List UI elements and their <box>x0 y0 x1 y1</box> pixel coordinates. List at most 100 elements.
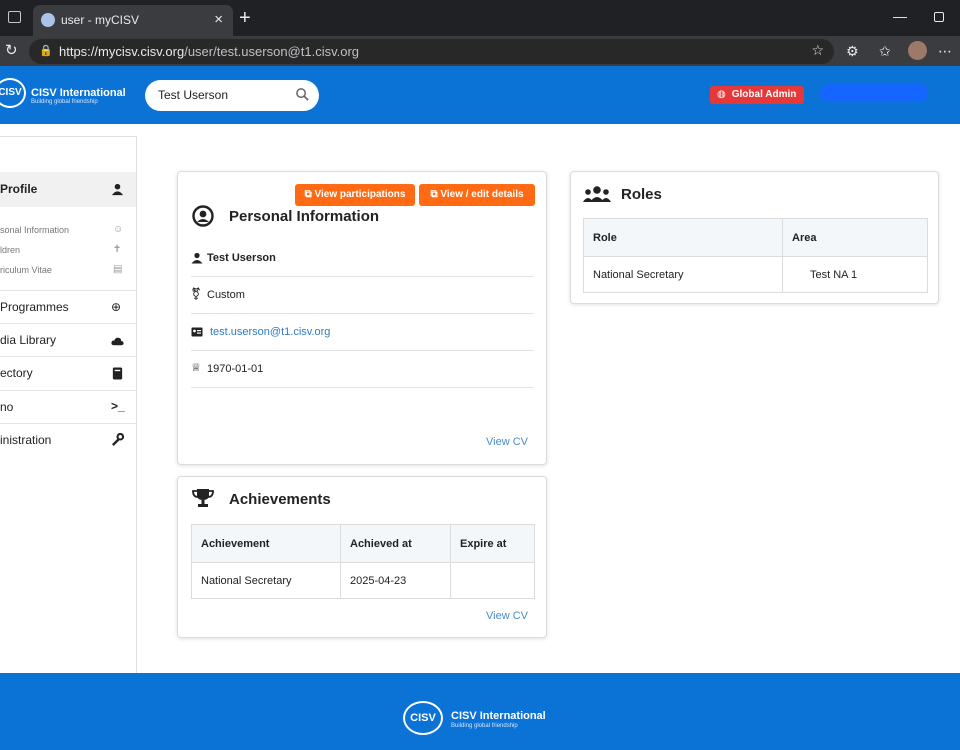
sidebar-item-media-library[interactable]: dia Library <box>0 323 136 357</box>
user-icon <box>111 183 124 196</box>
roles-title: Roles <box>621 186 662 203</box>
column-header: Expire at <box>450 524 535 563</box>
column-header: Role <box>583 218 783 257</box>
sidebar-item-label: Profile <box>0 182 38 196</box>
minimize-button[interactable]: — <box>893 8 907 24</box>
sidebar: Profile sonal Information ☺ ldren ✝ ricu… <box>0 136 137 673</box>
sidebar-subitem-personal-info[interactable]: sonal Information <box>0 225 69 235</box>
favicon-icon <box>41 13 55 27</box>
table-cell: National Secretary <box>191 562 341 599</box>
users-icon <box>583 186 611 202</box>
browser-profile-avatar[interactable] <box>908 41 927 60</box>
table-cell: National Secretary <box>583 256 783 293</box>
document-icon: ▤ <box>113 264 123 275</box>
id-card-icon <box>191 327 203 337</box>
sidebar-item-label: no <box>0 400 14 414</box>
sidebar-item-programmes[interactable]: Programmes ⊕ <box>0 290 136 324</box>
table-cell: 2025-04-23 <box>340 562 451 599</box>
sidebar-item-label: ectory <box>0 366 33 380</box>
table-row: National Secretary 2025-04-23 <box>191 562 535 599</box>
trophy-icon <box>192 489 214 507</box>
info-row-gender: ⚧ Custom <box>191 277 534 314</box>
info-row-birthdate: ♕ 1970-01-01 <box>191 351 534 388</box>
sidebar-item-administration[interactable]: inistration <box>0 423 136 457</box>
brand-name: CISV International <box>31 87 126 99</box>
user-menu[interactable] <box>820 84 928 102</box>
sidebar-item-label: Programmes <box>0 300 69 314</box>
maximize-button[interactable] <box>934 12 944 22</box>
user-email-link[interactable]: test.userson@t1.cisv.org <box>210 326 330 338</box>
brand-tagline: Building global friendship <box>31 99 98 105</box>
user-circle-icon <box>192 205 214 227</box>
cisv-logo[interactable]: CISV <box>0 78 26 108</box>
search-icon[interactable] <box>295 87 310 102</box>
admin-badge-label: Global Admin <box>731 89 797 100</box>
wrench-icon <box>112 433 124 446</box>
address-bar[interactable]: 🔒 https://mycisv.cisv.org/user/test.user… <box>29 39 834 64</box>
external-link-icon: ⧉ <box>430 189 441 200</box>
achievements-table: Achievement Achieved at Expire at Nation… <box>191 524 535 599</box>
column-header: Achievement <box>191 524 341 563</box>
user-icon <box>191 252 203 264</box>
sidebar-item-label: dia Library <box>0 333 57 347</box>
sidebar-subitem-cv[interactable]: riculum Vitae <box>0 265 52 275</box>
user-gender: Custom <box>207 289 245 301</box>
globe-icon: ◍ <box>717 89 726 100</box>
column-header: Area <box>782 218 928 257</box>
achievements-title: Achievements <box>229 491 331 508</box>
favorites-icon[interactable]: ✩ <box>879 43 891 60</box>
sidebar-item-label: inistration <box>0 433 52 447</box>
user-full-name: Test Userson <box>207 252 276 264</box>
global-admin-badge[interactable]: ◍ Global Admin <box>710 86 804 104</box>
cisv-footer-logo[interactable]: CISV <box>403 701 443 735</box>
terminal-icon: >_ <box>111 399 125 413</box>
sidebar-subitem-children[interactable]: ldren <box>0 245 20 255</box>
info-row-name: Test Userson <box>191 240 534 277</box>
footer-brand-tagline: Building global friendship <box>451 723 518 729</box>
search-input[interactable]: Test Userson <box>145 80 319 111</box>
birthday-cake-icon: ♕ <box>191 362 201 374</box>
personal-information-card: ⧉ View participations ⧉ View / edit deta… <box>177 171 547 465</box>
footer-brand-name: CISV International <box>451 710 546 722</box>
sidebar-item-profile[interactable]: Profile <box>0 172 136 207</box>
reload-icon[interactable]: ↻ <box>5 41 18 59</box>
child-icon: ✝ <box>113 244 122 255</box>
site-header: CISV CISV International Building global … <box>0 66 960 124</box>
sidebar-item-demo[interactable]: no >_ <box>0 390 136 424</box>
tab-close-icon[interactable]: × <box>214 11 223 28</box>
view-participations-button[interactable]: ⧉ View participations <box>295 184 415 206</box>
more-menu-icon[interactable]: ⋯ <box>938 43 952 60</box>
search-value: Test Userson <box>158 88 229 102</box>
achievements-card: Achievements Achievement Achieved at Exp… <box>177 476 547 638</box>
tab-title: user - myCISV <box>61 13 140 27</box>
table-row: National Secretary Test NA 1 <box>583 256 928 293</box>
user-birthdate: 1970-01-01 <box>207 363 264 375</box>
site-footer: CISV CISV International Building global … <box>0 673 960 750</box>
lock-icon[interactable]: 🔒 <box>39 44 53 57</box>
new-tab-button[interactable]: + <box>239 7 251 30</box>
browser-toolbar: ↻ 🔒 https://mycisv.cisv.org/user/test.us… <box>0 36 960 66</box>
tab-actions-icon[interactable] <box>8 11 21 23</box>
roles-table: Role Area National Secretary Test NA 1 <box>583 218 928 293</box>
table-header-row: Achievement Achieved at Expire at <box>191 524 535 563</box>
personal-info-title: Personal Information <box>229 208 380 225</box>
table-header-row: Role Area <box>583 218 928 257</box>
url-text: https://mycisv.cisv.org/user/test.userso… <box>59 44 360 59</box>
browser-tabbar: user - myCISV × + — <box>0 0 960 36</box>
globe-icon: ⊕ <box>111 300 122 314</box>
browser-tab[interactable]: user - myCISV × <box>33 5 233 36</box>
cloud-icon <box>111 337 124 346</box>
column-header: Achieved at <box>340 524 451 563</box>
favorite-star-icon[interactable]: ☆ <box>811 42 824 59</box>
gender-icon: ⚧ <box>191 287 202 301</box>
view-cv-link[interactable]: View CV <box>486 436 528 448</box>
view-edit-details-button[interactable]: ⧉ View / edit details <box>419 184 535 206</box>
table-cell: Test NA 1 <box>782 256 928 293</box>
face-icon: ☺ <box>113 224 124 235</box>
external-link-icon: ⧉ <box>304 189 315 200</box>
extensions-icon[interactable]: ⚙ <box>846 43 859 60</box>
view-cv-link[interactable]: View CV <box>486 610 528 622</box>
roles-card: Roles Role Area National Secretary Test … <box>570 171 939 304</box>
book-icon <box>112 367 123 380</box>
sidebar-item-directory[interactable]: ectory <box>0 356 136 390</box>
